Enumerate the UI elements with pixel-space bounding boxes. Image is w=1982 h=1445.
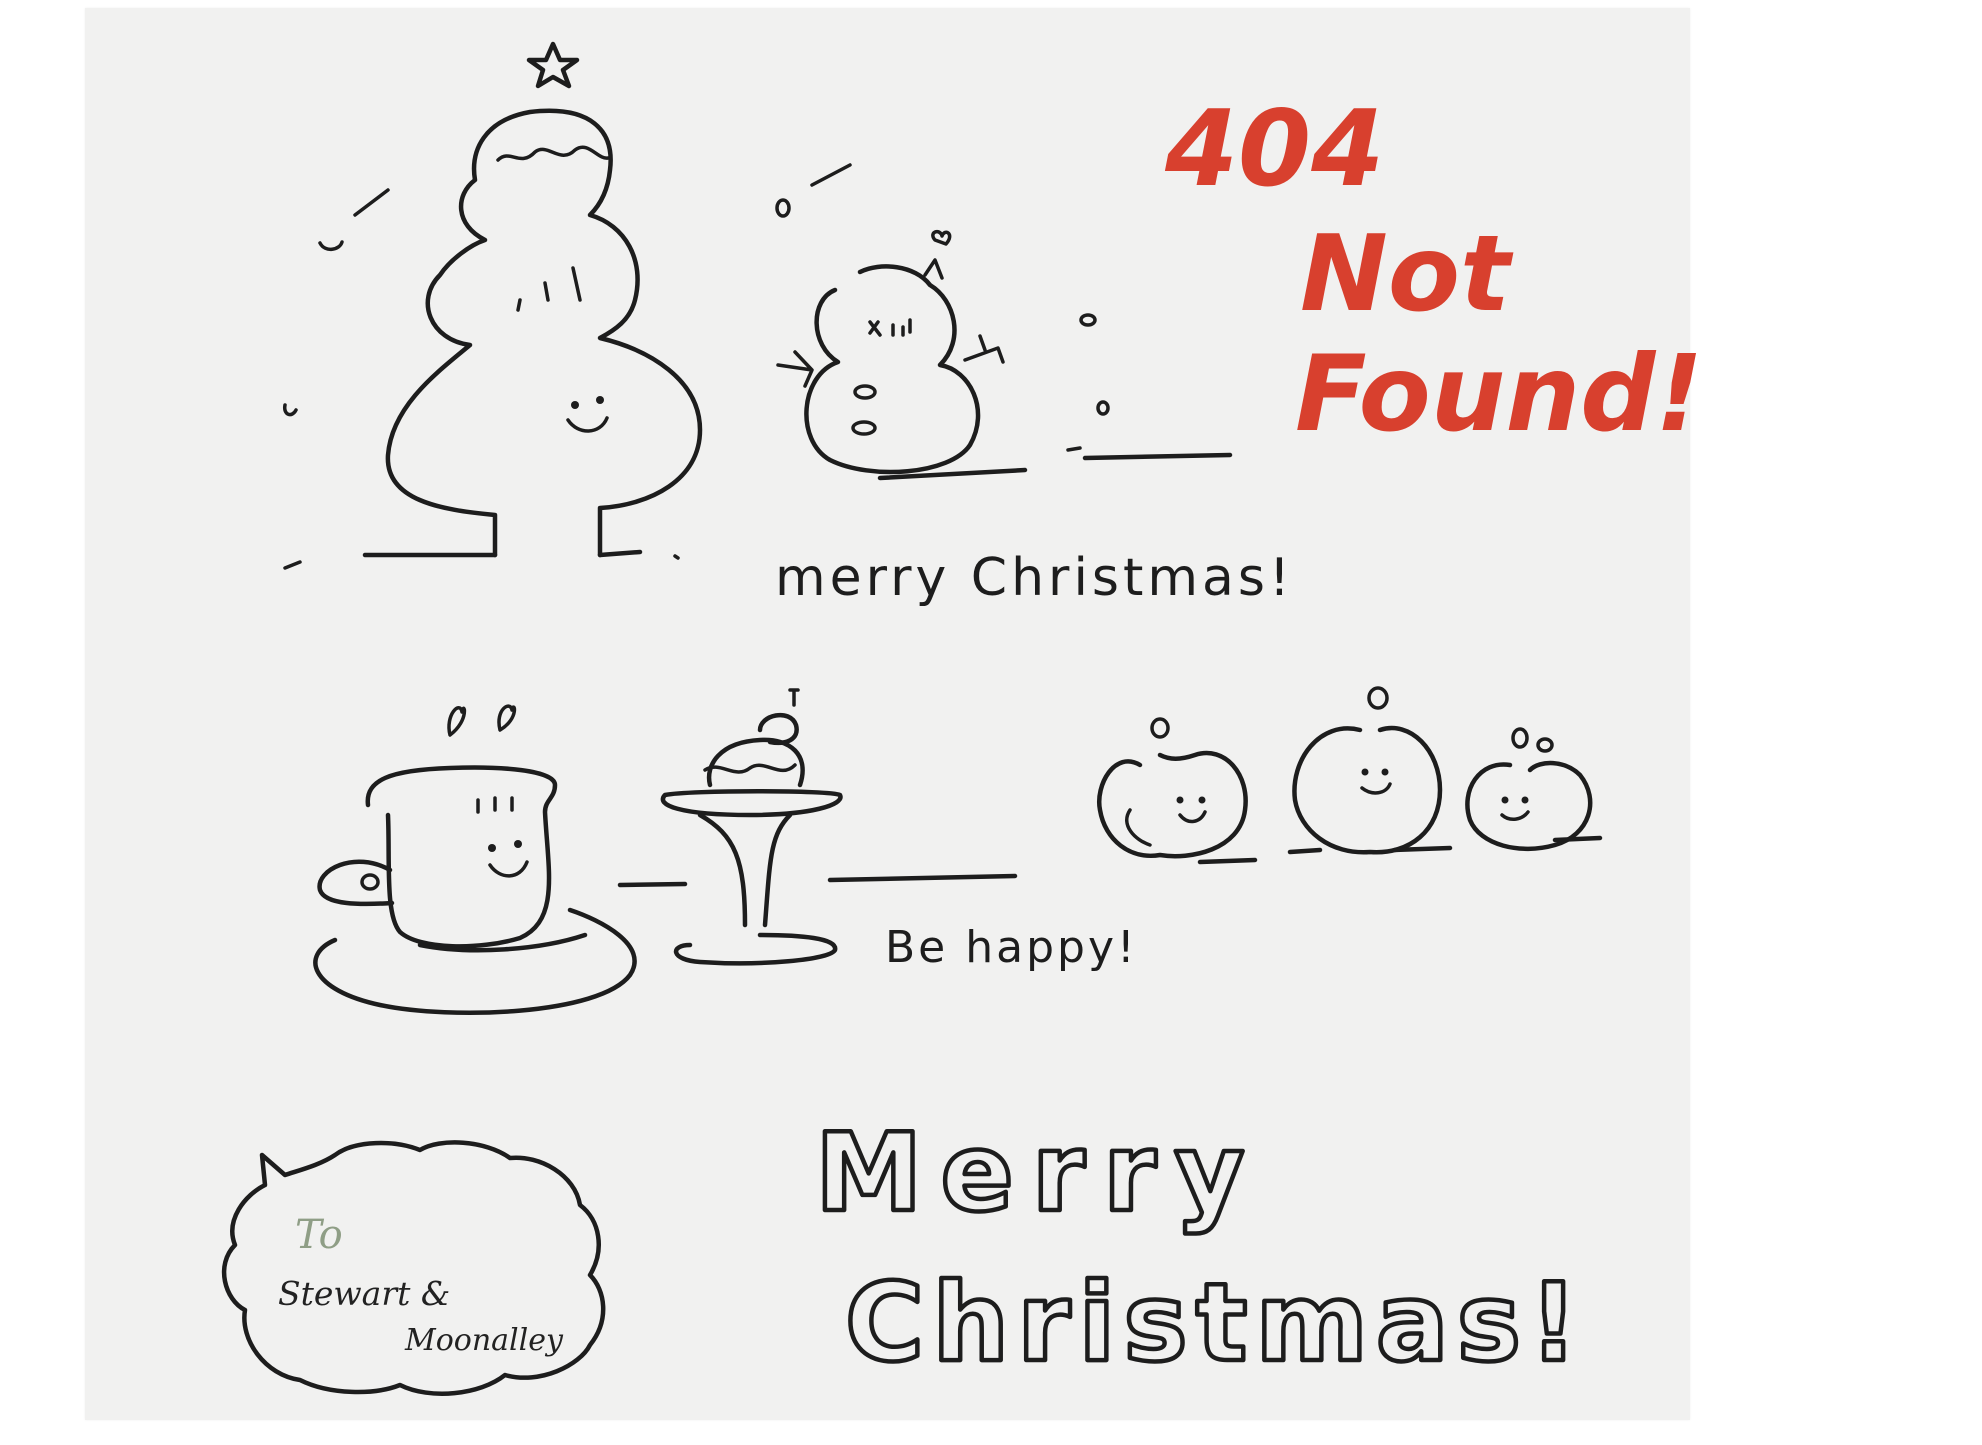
error-line-found: Found! — [1295, 333, 1703, 455]
error-line-not: Not — [1300, 213, 1514, 335]
error-code: 404 — [1164, 88, 1384, 210]
bubble-name-1: Stewart & — [278, 1274, 450, 1313]
doodle-illustration: merry Christmas! 404 Not Found! Be happy… — [221, 41, 1703, 1396]
speech-bubble: To Stewart & Moonalley — [221, 1140, 606, 1396]
snowman-icon — [775, 163, 1233, 481]
christmas-big-text: Christmas! — [845, 1261, 1586, 1386]
merry-christmas-small-text: merry Christmas! — [775, 548, 1294, 608]
error-message: 404 Not Found! — [1164, 88, 1703, 455]
coffee-cup-icon — [313, 704, 688, 1015]
bubble-to-label: To — [295, 1212, 343, 1258]
be-happy-text: Be happy! — [885, 922, 1138, 973]
christmas-tree-icon — [282, 41, 703, 570]
apples-icon — [1096, 686, 1603, 865]
merry-big-text: Merry — [815, 1111, 1263, 1236]
bubble-name-2: Moonalley — [404, 1323, 564, 1358]
